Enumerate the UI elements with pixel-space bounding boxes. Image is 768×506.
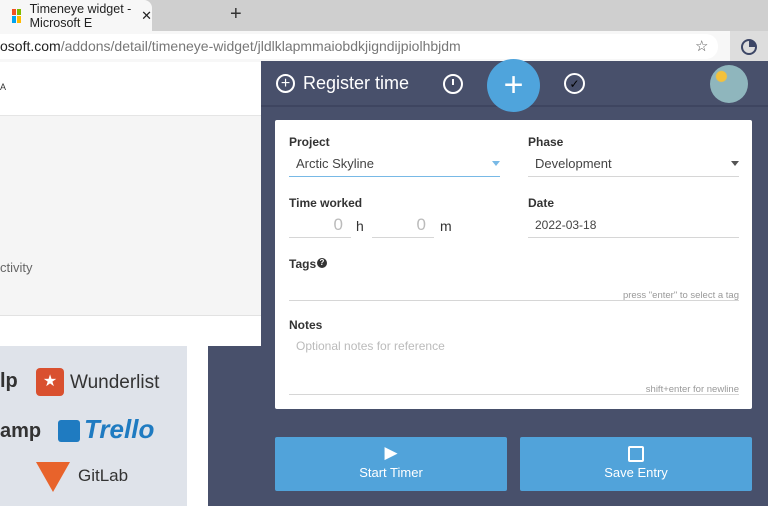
page-hero bbox=[0, 116, 262, 316]
save-entry-label: Save Entry bbox=[604, 465, 668, 480]
time-worked-label: Time worked bbox=[289, 196, 363, 210]
timeneye-extension-button[interactable] bbox=[730, 31, 768, 62]
url-path: /addons/detail/timeneye-widget/jldlklapm… bbox=[60, 38, 461, 54]
phase-label: Phase bbox=[528, 135, 564, 149]
notes-hint: shift+enter for newline bbox=[645, 384, 739, 395]
logo-text: GitLab bbox=[78, 466, 129, 485]
clock-icon[interactable] bbox=[443, 74, 463, 94]
phase-value: Development bbox=[535, 156, 612, 171]
activity-text: ctivity bbox=[0, 260, 33, 275]
start-timer-button[interactable]: ▶ Start Timer bbox=[275, 437, 507, 491]
play-icon: ▶ bbox=[384, 443, 398, 462]
gitlab-icon bbox=[36, 462, 70, 492]
approval-check-icon[interactable]: ✓ bbox=[564, 73, 585, 94]
close-tab-icon[interactable]: ✕ bbox=[141, 8, 152, 24]
tags-label: Tags bbox=[289, 257, 317, 271]
phase-select[interactable]: Development bbox=[528, 153, 739, 177]
microsoft-logo-icon bbox=[12, 8, 21, 23]
chevron-down-icon bbox=[731, 161, 739, 166]
save-disk-icon bbox=[520, 443, 752, 465]
chevron-down-icon bbox=[492, 161, 500, 166]
start-timer-label: Start Timer bbox=[359, 465, 423, 480]
project-select[interactable]: Arctic Skyline bbox=[289, 153, 500, 177]
register-time-tab[interactable]: + Register time bbox=[276, 73, 409, 94]
logo-text: amp bbox=[0, 420, 42, 442]
hours-input[interactable]: 0 bbox=[289, 214, 351, 238]
project-value: Arctic Skyline bbox=[296, 156, 375, 171]
date-input[interactable]: 2022-03-18 bbox=[528, 214, 739, 238]
timeneye-widget: + Register time + ✓ Project Arctic Skylin… bbox=[261, 59, 768, 506]
toolbar: osoft.com/addons/detail/timeneye-widget/… bbox=[0, 31, 768, 62]
user-avatar[interactable] bbox=[710, 65, 748, 103]
save-entry-button[interactable]: Save Entry bbox=[520, 437, 752, 491]
logo-text: Wunderlist bbox=[70, 372, 160, 393]
hours-unit: h bbox=[356, 218, 364, 234]
plus-circle-icon: + bbox=[276, 74, 295, 93]
notes-label: Notes bbox=[289, 318, 323, 332]
logo-text: lp bbox=[0, 370, 18, 392]
add-entry-button[interactable]: + bbox=[487, 59, 540, 112]
header-text: A bbox=[0, 82, 7, 92]
new-tab-button[interactable]: + bbox=[230, 3, 242, 26]
date-label: Date bbox=[528, 196, 555, 210]
tags-hint: press "enter" to select a tag bbox=[622, 290, 739, 301]
screenshot-card bbox=[208, 346, 268, 506]
project-label: Project bbox=[289, 135, 330, 149]
trello-icon bbox=[58, 420, 80, 442]
header-title: Register time bbox=[303, 73, 410, 93]
url-host: osoft.com bbox=[0, 38, 61, 54]
favorite-star-icon[interactable]: ☆ bbox=[695, 37, 708, 55]
page-header: A bbox=[0, 62, 262, 116]
tab-title: Timeneye widget - Microsoft E bbox=[29, 1, 132, 30]
browser-tab[interactable]: Timeneye widget - Microsoft E ✕ bbox=[0, 0, 152, 31]
widget-header: + Register time + ✓ bbox=[261, 59, 768, 112]
time-entry-form: Project Arctic Skyline Phase Development… bbox=[275, 120, 752, 409]
logo-text: Trello bbox=[84, 414, 155, 444]
timeneye-icon bbox=[741, 38, 757, 55]
wunderlist-icon: ★ bbox=[36, 368, 64, 396]
help-icon[interactable]: ? bbox=[317, 258, 327, 268]
integrations-image: lp ★ Wunderlist amp Trello GitLab bbox=[0, 346, 187, 506]
minutes-input[interactable]: 0 bbox=[372, 214, 434, 238]
minutes-unit: m bbox=[440, 218, 452, 234]
address-bar[interactable]: osoft.com/addons/detail/timeneye-widget/… bbox=[0, 34, 718, 59]
